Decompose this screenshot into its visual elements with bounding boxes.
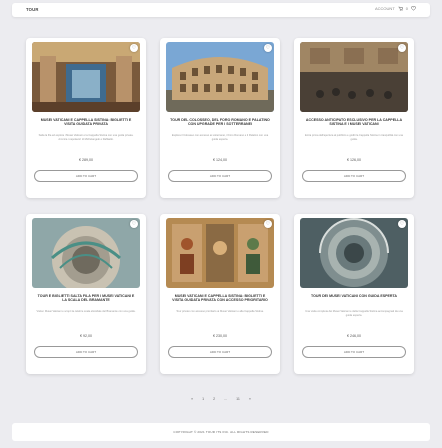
product-description: Una visita completa dei Musei Vaticani e… (305, 310, 403, 317)
page: TOUR ACCOUNT 0 ♡ MUSEI VATICANI E CAPPEL… (0, 0, 442, 448)
site-logo[interactable]: TOUR (26, 7, 39, 12)
pagination-page[interactable]: 2 (213, 397, 215, 401)
vatican-hall-image (32, 42, 140, 112)
account-link[interactable]: ACCOUNT (375, 6, 395, 11)
wishlist-heart-icon[interactable]: ♡ (264, 220, 272, 228)
product-title[interactable]: ACCESSO ANTICIPATO ESCLUSIVO PER LA CAPP… (304, 118, 404, 126)
add-to-cart-button[interactable]: ADD TO CART (168, 170, 272, 182)
product-image[interactable]: ♡ (166, 218, 274, 288)
product-card[interactable]: ♡ TOUR E BIGLIETTI SALTA FILA PER I MUSE… (26, 214, 146, 374)
product-price: € 289,00 (79, 158, 93, 162)
product-description: Tour privato con accesso prioritario ai … (176, 310, 264, 313)
product-title[interactable]: TOUR E BIGLIETTI SALTA FILA PER I MUSEI … (36, 294, 136, 302)
product-description: Esplora il Colosseo con accesso ai sotte… (171, 134, 269, 141)
cart-icon[interactable] (398, 6, 403, 11)
product-card[interactable]: ♡ MUSEI VATICANI E CAPPELLA SISTINA: BIG… (26, 38, 146, 198)
product-image[interactable]: ♡ (300, 42, 408, 112)
product-image[interactable]: ♡ (300, 218, 408, 288)
product-price: € 92,00 (80, 334, 92, 338)
header-actions: ACCOUNT 0 (375, 6, 416, 11)
product-image[interactable]: ♡ (166, 42, 274, 112)
cart-count: 0 (405, 6, 408, 11)
add-to-cart-button[interactable]: ADD TO CART (302, 346, 406, 358)
product-title[interactable]: MUSEI VATICANI E CAPPELLA SISTINA: BIGLI… (170, 294, 270, 302)
product-card[interactable]: ♡ TOUR DEI MUSEI VATICANI CON GUIDA ESPE… (294, 214, 414, 374)
pagination-page[interactable]: 11 (236, 397, 240, 401)
product-description: Salta la fila ed esplora i Musei Vatican… (38, 134, 134, 141)
product-image[interactable]: ♡ (32, 218, 140, 288)
pagination-ellipsis: ... (224, 397, 228, 401)
product-title[interactable]: TOUR DEL COLOSSEO, DEL FORO ROMANO E PAL… (170, 118, 270, 126)
add-to-cart-button[interactable]: ADD TO CART (34, 346, 138, 358)
pagination-next[interactable]: » (249, 397, 251, 401)
product-price: € 246,00 (347, 334, 361, 338)
colosseum-image (166, 42, 274, 112)
sistine-chapel-image (300, 42, 408, 112)
add-to-cart-button[interactable]: ADD TO CART (302, 170, 406, 182)
heart-icon[interactable] (411, 6, 416, 11)
wishlist-heart-icon[interactable]: ♡ (130, 220, 138, 228)
wishlist-heart-icon[interactable]: ♡ (398, 44, 406, 52)
product-price: € 126,00 (347, 158, 361, 162)
add-to-cart-button[interactable]: ADD TO CART (34, 170, 138, 182)
pagination: « 1 2 ... 11 » (0, 397, 442, 401)
add-to-cart-button[interactable]: ADD TO CART (168, 346, 272, 358)
product-price: € 124,00 (213, 158, 227, 162)
wishlist-heart-icon[interactable]: ♡ (264, 44, 272, 52)
product-card[interactable]: ♡ ACCESSO ANTICIPATO ESCLUSIVO PER LA CA… (294, 38, 414, 198)
pagination-page[interactable]: 1 (202, 397, 204, 401)
wishlist-heart-icon[interactable]: ♡ (398, 220, 406, 228)
product-image[interactable]: ♡ (32, 42, 140, 112)
spiral-staircase-image (300, 218, 408, 288)
pagination-prev[interactable]: « (191, 397, 193, 401)
product-price: € 230,00 (213, 334, 227, 338)
top-nav-bar: TOUR ACCOUNT 0 (12, 3, 430, 17)
product-card[interactable]: ♡ MUSEI VATICANI E CAPPELLA SISTINA: BIG… (160, 214, 280, 374)
raphael-fresco-image (166, 218, 274, 288)
bramante-staircase-image (32, 218, 140, 288)
product-description: Visita i Musei Vaticani e scopri la cele… (36, 310, 136, 313)
product-title[interactable]: TOUR DEI MUSEI VATICANI CON GUIDA ESPERT… (304, 294, 404, 298)
wishlist-heart-icon[interactable]: ♡ (130, 44, 138, 52)
product-description: Entra prima dell'apertura al pubblico e … (305, 134, 403, 141)
footer: COPYRIGHT © 2021 TOUR ITS INC. ALL RIGHT… (12, 423, 430, 441)
copyright-text: COPYRIGHT © 2021 TOUR ITS INC. ALL RIGHT… (173, 430, 269, 434)
product-title[interactable]: MUSEI VATICANI E CAPPELLA SISTINA: BIGLI… (36, 118, 136, 126)
product-card[interactable]: ♡ TOUR DEL COLOSSEO, DEL FORO ROMANO E P… (160, 38, 280, 198)
